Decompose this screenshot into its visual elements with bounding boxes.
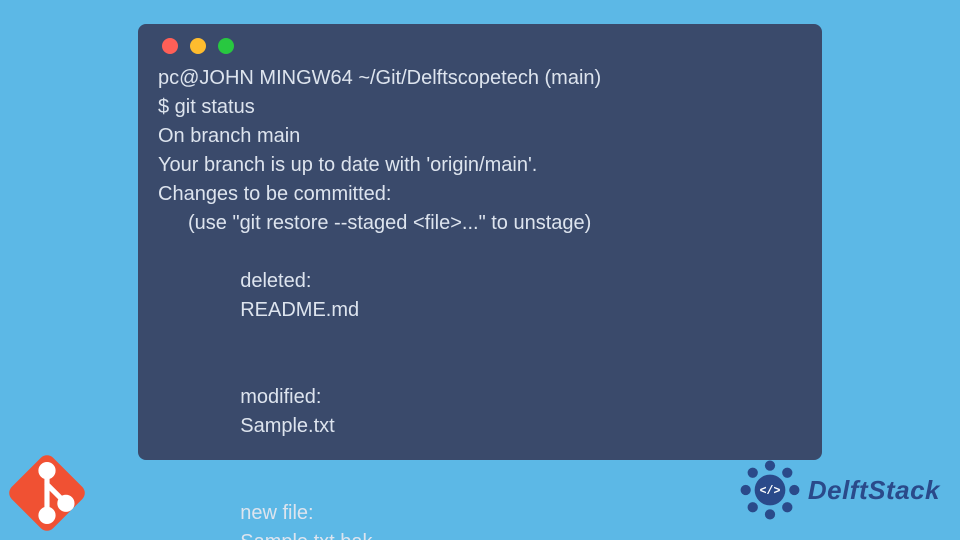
delftstack-logo: </> DelftStack [738,458,940,522]
status-unstage-hint: (use "git restore --staged <file>..." to… [158,209,802,238]
file-status: deleted: [240,267,350,296]
status-uptodate: Your branch is up to date with 'origin/m… [158,151,802,180]
staged-file-row: deleted: README.md [158,238,802,354]
shell-prompt: pc@JOHN MINGW64 ~/Git/Delftscopetech (ma… [158,64,802,93]
minimize-icon[interactable] [190,38,206,54]
file-status: modified: [240,383,350,412]
status-branch: On branch main [158,122,802,151]
maximize-icon[interactable] [218,38,234,54]
file-status: new file: [240,499,350,528]
file-name: Sample.txt.bak [240,531,372,540]
window-controls [162,38,802,54]
svg-text:</>: </> [759,485,780,498]
staged-file-row: modified: Sample.txt [158,354,802,470]
shell-command: $ git status [158,93,802,122]
file-name: Sample.txt [240,415,334,437]
terminal-window: pc@JOHN MINGW64 ~/Git/Delftscopetech (ma… [138,24,822,460]
delftstack-badge-icon: </> [738,458,802,522]
delftstack-text: DelftStack [808,475,940,506]
staged-file-row: new file: Sample.txt.bak [158,470,802,540]
file-name: README.md [240,299,359,321]
close-icon[interactable] [162,38,178,54]
git-logo-icon [4,450,90,536]
status-changes-header: Changes to be committed: [158,180,802,209]
